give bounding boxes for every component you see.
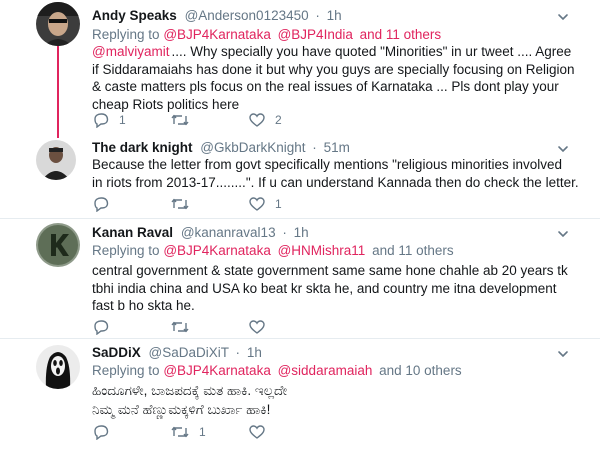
reply-mention[interactable]: @BJP4Karnataka	[163, 363, 271, 378]
tweet-text: @malviyamit.... Why specially you have q…	[92, 43, 592, 113]
like-button[interactable]	[248, 317, 275, 337]
separator-dot: ·	[312, 140, 317, 155]
body-mention[interactable]: @malviyamit	[92, 44, 169, 59]
reply-mention[interactable]: @BJP4Karnataka	[163, 243, 271, 258]
like-count: 1	[275, 197, 282, 211]
tweet-text: ಹಿಂದೂಗಳೇ, ಬಾಜಪದಕ್ಕೆ ಮತ ಹಾಕಿ. ಇಲ್ಲದೇ ನಿಮ್…	[92, 381, 582, 419]
retweet-button[interactable]	[170, 194, 199, 214]
like-icon	[249, 425, 265, 439]
avatar[interactable]	[36, 140, 76, 180]
like-button[interactable]: 1	[248, 194, 282, 214]
tweet-andy-speaks[interactable]: Andy Speaks @Anderson0123450 · 1h Replyi…	[0, 0, 600, 134]
tweet-the-dark-knight[interactable]: The dark knight @GkbDarkKnight · 51m Bec…	[0, 134, 600, 218]
timestamp[interactable]: 51m	[324, 140, 350, 155]
retweet-button[interactable]: 1	[170, 422, 206, 442]
retweet-count: 1	[199, 425, 206, 439]
tweet-actions	[92, 317, 492, 337]
reply-count: 1	[119, 113, 126, 127]
reply-others-link[interactable]: and 11 others	[360, 27, 442, 42]
author-handle[interactable]: @GkbDarkKnight	[200, 140, 305, 155]
replying-to: Replying to @BJP4Karnataka @HNMishra11 a…	[92, 243, 454, 259]
timestamp[interactable]: 1h	[294, 225, 309, 240]
tweet-text-line: ನಿಮ್ಮ ಮನೆ ಹೆಣ್ಣುಮಕ್ಕಳಿಗೆ ಬುರ್ಖಾ ಹಾಕಿ!	[92, 402, 271, 417]
reply-mention[interactable]: @BJP4India	[278, 27, 353, 42]
retweet-icon	[171, 114, 189, 126]
tweet-text-line: fast b ho skta he.	[92, 298, 195, 313]
tweet-actions: 1	[92, 194, 492, 214]
avatar[interactable]	[36, 345, 80, 389]
caret-down-icon[interactable]	[556, 142, 570, 156]
retweet-button[interactable]	[170, 110, 199, 130]
retweet-icon	[171, 321, 189, 333]
retweet-icon	[171, 198, 189, 210]
tweet-text-line: Because the letter from govt specificall…	[92, 157, 563, 172]
avatar[interactable]	[36, 223, 80, 267]
author-handle[interactable]: @Anderson0123450	[185, 8, 309, 23]
reply-mention[interactable]: @BJP4Karnataka	[163, 27, 271, 42]
like-count: 2	[275, 113, 282, 127]
timestamp[interactable]: 1h	[247, 345, 262, 360]
like-icon	[249, 113, 265, 127]
like-icon	[249, 197, 265, 211]
reply-button[interactable]	[92, 194, 119, 214]
author-handle[interactable]: @kananraval13	[181, 225, 276, 240]
caret-down-icon[interactable]	[556, 10, 570, 24]
author-name[interactable]: The dark knight	[92, 140, 193, 155]
reply-icon	[94, 197, 109, 212]
retweet-icon	[171, 426, 189, 438]
reply-mention[interactable]: @HNMishra11	[278, 243, 366, 258]
caret-down-icon[interactable]	[556, 227, 570, 241]
tweet-text-line: & caste matters pls focus on the real is…	[92, 79, 559, 94]
author-handle[interactable]: @SaDaDiXiT	[149, 345, 229, 360]
like-button[interactable]: 2	[248, 110, 282, 130]
tweet-actions: 1	[92, 422, 492, 442]
tweet-kanan-raval[interactable]: Kanan Raval @kananraval13 · 1h Replying …	[0, 219, 600, 338]
tweet-text-line: tbhi india china and USA ko beat kr skta…	[92, 280, 557, 296]
reply-button[interactable]	[92, 317, 119, 337]
separator-dot: ·	[282, 225, 287, 240]
caret-down-icon[interactable]	[556, 347, 570, 361]
replying-to-label: Replying to	[92, 243, 160, 258]
tweet-text-line: ಹಿಂದೂಗಳೇ, ಬಾಜಪದಕ್ಕೆ ಮತ ಹಾಕಿ. ಇಲ್ಲದೇ	[92, 383, 288, 398]
reply-others-link[interactable]: and 10 others	[379, 363, 462, 378]
separator-dot: ·	[315, 8, 320, 23]
retweet-button[interactable]	[170, 317, 199, 337]
author-name[interactable]: Kanan Raval	[92, 225, 173, 240]
replying-to: Replying to @BJP4Karnataka @BJP4India an…	[92, 27, 444, 43]
author-name[interactable]: SaDDiX	[92, 345, 141, 360]
replying-to: Replying to @BJP4Karnataka @siddaramaiah…	[92, 363, 462, 379]
tweet-saddix[interactable]: SaDDiX @SaDaDiXiT · 1h Replying to @BJP4…	[0, 339, 600, 450]
like-icon	[249, 320, 265, 334]
replying-to-label: Replying to	[92, 27, 160, 42]
author-name[interactable]: Andy Speaks	[92, 8, 177, 23]
reply-icon	[94, 425, 109, 440]
avatar[interactable]	[36, 2, 80, 46]
tweet-text: Because the letter from govt specificall…	[92, 156, 592, 191]
reply-icon	[94, 320, 109, 335]
separator-dot: ·	[235, 345, 241, 360]
like-button[interactable]	[248, 422, 275, 442]
replying-to-label: Replying to	[92, 363, 160, 378]
timestamp[interactable]: 1h	[327, 8, 342, 23]
reply-button[interactable]	[92, 422, 119, 442]
reply-mention[interactable]: @siddaramaiah	[278, 363, 373, 378]
tweet-actions: 1 2	[92, 110, 492, 130]
reply-icon	[94, 113, 109, 128]
tweet-text-line: in riots from 2013-17........". If u can…	[92, 174, 579, 190]
reply-others-link[interactable]: and 11 others	[372, 243, 454, 258]
tweet-text-line: if Siddaramaiahs has done it but why you…	[92, 61, 575, 77]
tweet-text-line: @malviyamit.... Why specially you have q…	[92, 44, 572, 59]
tweet-text: central government & state government sa…	[92, 262, 582, 315]
reply-button[interactable]: 1	[92, 110, 126, 130]
tweet-text-line: central government & state government sa…	[92, 263, 568, 278]
